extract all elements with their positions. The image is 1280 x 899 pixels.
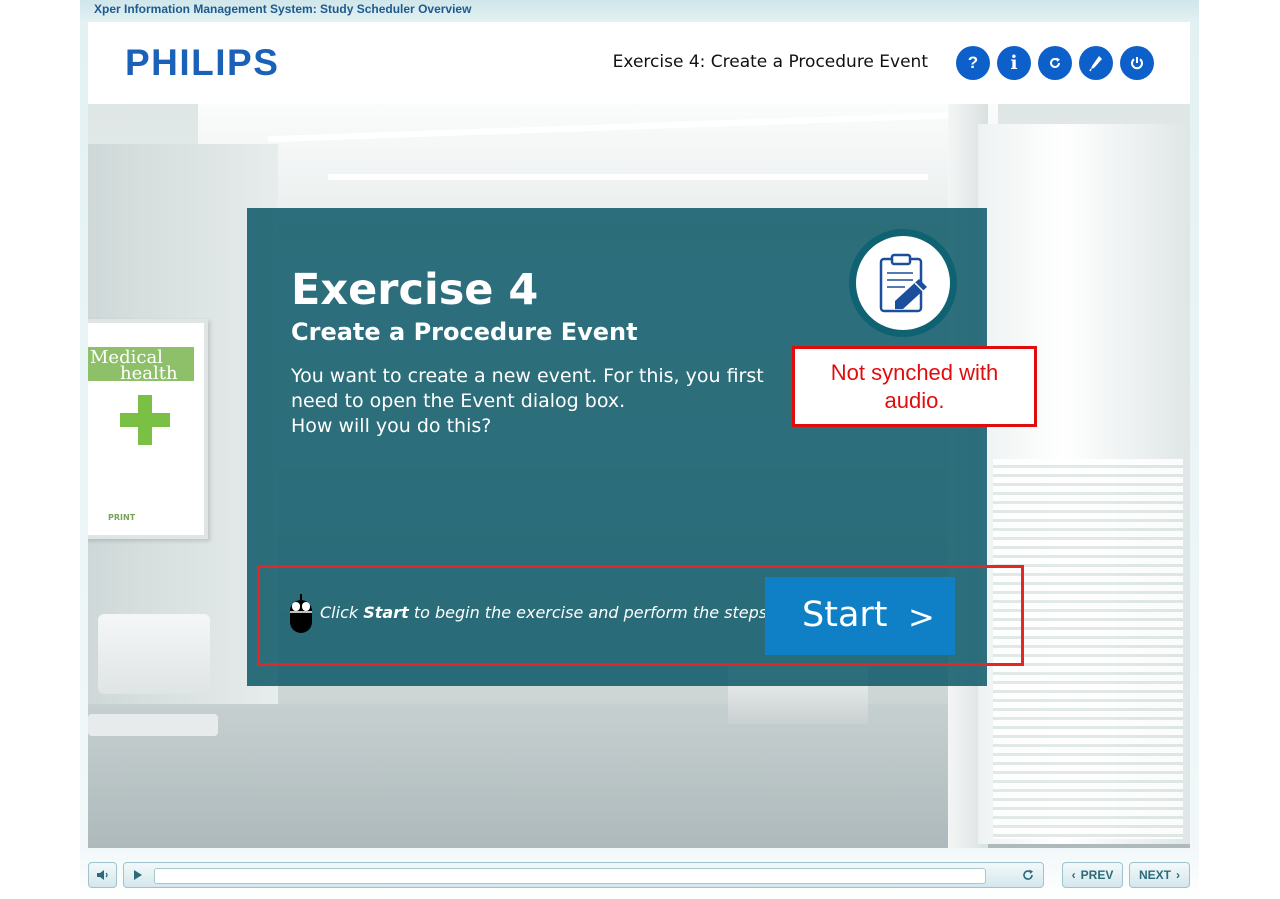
exercise-heading: Exercise 4	[291, 265, 539, 315]
replay-icon	[1050, 57, 1060, 68]
help-icon: ?	[967, 53, 979, 72]
waiting-chair	[98, 614, 210, 694]
description-line: How will you do this?	[291, 415, 492, 437]
ceiling-light	[328, 174, 928, 180]
wall-poster: Medical health PRINT	[88, 319, 208, 539]
glossary-button[interactable]	[1079, 46, 1113, 80]
philips-logo: PHILIPS	[125, 42, 280, 83]
poster-title: Medical health	[88, 347, 194, 383]
instruction-start-emphasis: Start	[363, 603, 409, 622]
ceiling	[198, 104, 998, 224]
play-icon[interactable]	[133, 869, 143, 881]
chevron-left-icon: ‹	[1071, 868, 1076, 882]
next-button[interactable]: NEXT ›	[1129, 862, 1190, 888]
prev-button[interactable]: ‹ PREV	[1062, 862, 1123, 888]
chevron-right-icon: >	[908, 598, 935, 636]
start-instruction: Click Start to begin the exercise and pe…	[320, 603, 773, 622]
progress-track[interactable]	[154, 868, 986, 884]
medical-cross-icon	[120, 413, 170, 427]
exit-button[interactable]	[1120, 46, 1154, 80]
info-button[interactable]: i	[997, 46, 1031, 80]
exercise-description: You want to create a new event. For this…	[291, 364, 791, 439]
description-line: need to open the Event dialog box.	[291, 390, 626, 412]
help-button[interactable]: ?	[956, 46, 990, 80]
mute-button[interactable]	[88, 862, 117, 888]
replay-button[interactable]	[1038, 46, 1072, 80]
annotation-callout: Not synched with audio.	[792, 346, 1037, 427]
glossary-pen-icon	[1089, 56, 1102, 72]
refresh-icon[interactable]	[1021, 868, 1035, 882]
next-label: NEXT	[1138, 868, 1171, 882]
mouse-icon	[290, 594, 312, 633]
chair-seat	[88, 714, 218, 736]
exercise-title: Exercise 4: Create a Procedure Event	[612, 52, 928, 72]
start-button-label: Start	[802, 595, 888, 635]
header-bar: PHILIPS Exercise 4: Create a Procedure E…	[88, 22, 1190, 104]
start-button[interactable]: Start >	[765, 577, 955, 655]
exercise-icon-badge	[849, 229, 957, 337]
chevron-right-icon: ›	[1176, 868, 1180, 882]
prev-label: PREV	[1080, 868, 1114, 882]
clipboard-pencil-icon	[879, 253, 927, 313]
poster-print-label: PRINT	[108, 513, 136, 522]
speaker-icon	[96, 870, 108, 880]
exercise-subheading: Create a Procedure Event	[291, 318, 638, 346]
info-icon: i	[1010, 52, 1018, 74]
power-icon	[1131, 57, 1143, 70]
playback-bar	[123, 862, 1044, 888]
description-line: You want to create a new event. For this…	[291, 365, 764, 387]
app-title: Xper Information Management System: Stud…	[94, 2, 472, 16]
